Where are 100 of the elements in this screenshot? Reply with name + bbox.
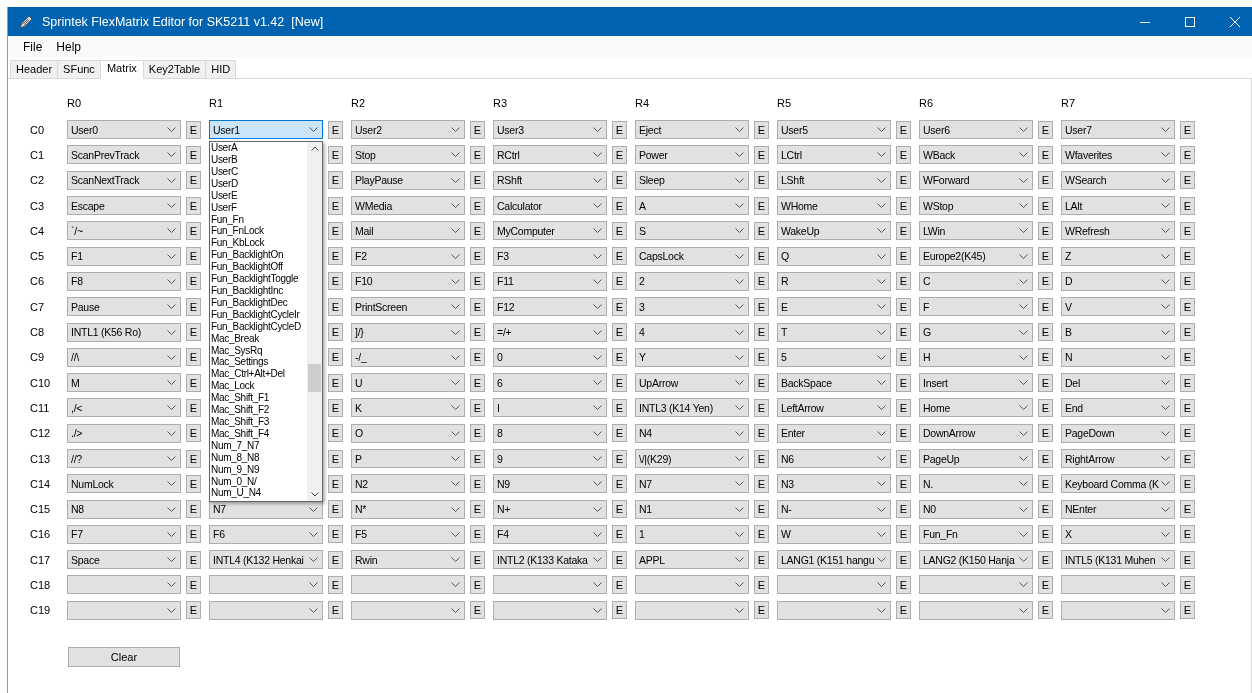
edit-button[interactable]: E bbox=[754, 474, 769, 493]
key-dropdown[interactable]: INTL3 (K14 Yen) bbox=[635, 398, 749, 418]
edit-button[interactable]: E bbox=[186, 398, 201, 417]
edit-button[interactable]: E bbox=[1038, 500, 1053, 519]
menu-item[interactable]: File bbox=[23, 40, 43, 54]
key-dropdown[interactable]: WSearch bbox=[1061, 170, 1175, 190]
menu-item[interactable]: Help bbox=[56, 40, 82, 54]
key-dropdown[interactable] bbox=[919, 575, 1033, 595]
edit-button[interactable]: E bbox=[1038, 601, 1053, 620]
edit-button[interactable]: E bbox=[1038, 145, 1053, 164]
edit-button[interactable]: E bbox=[1038, 120, 1053, 139]
edit-button[interactable]: E bbox=[1180, 398, 1195, 417]
key-dropdown[interactable]: WForward bbox=[919, 170, 1033, 190]
key-dropdown[interactable]: LWin bbox=[919, 221, 1033, 241]
key-dropdown[interactable]: Eject bbox=[635, 120, 749, 140]
key-dropdown[interactable]: Wfaverites bbox=[1061, 145, 1175, 165]
edit-button[interactable]: E bbox=[754, 550, 769, 569]
key-dropdown[interactable] bbox=[67, 575, 181, 595]
edit-button[interactable]: E bbox=[1180, 196, 1195, 215]
edit-button[interactable]: E bbox=[896, 550, 911, 569]
edit-button[interactable]: E bbox=[612, 247, 627, 266]
dropdown-option[interactable]: Fun_BacklightDec bbox=[211, 296, 288, 309]
edit-button[interactable]: E bbox=[186, 525, 201, 544]
key-dropdown[interactable]: WBack bbox=[919, 145, 1033, 165]
dropdown-option[interactable]: Mac_Settings bbox=[211, 356, 268, 369]
key-dropdown[interactable]: F4 bbox=[493, 524, 607, 544]
edit-button[interactable]: E bbox=[1038, 373, 1053, 392]
edit-button[interactable]: E bbox=[470, 601, 485, 620]
edit-button[interactable]: E bbox=[1038, 449, 1053, 468]
key-dropdown[interactable]: F5 bbox=[351, 524, 465, 544]
edit-button[interactable]: E bbox=[186, 297, 201, 316]
edit-button[interactable]: E bbox=[754, 449, 769, 468]
key-dropdown[interactable]: N6 bbox=[777, 449, 891, 468]
edit-button[interactable]: E bbox=[1038, 171, 1053, 190]
edit-button[interactable]: E bbox=[470, 525, 485, 544]
edit-button[interactable]: E bbox=[612, 171, 627, 190]
edit-button[interactable]: E bbox=[612, 348, 627, 367]
edit-button[interactable]: E bbox=[1038, 550, 1053, 569]
key-dropdown[interactable]: H bbox=[919, 347, 1033, 367]
key-dropdown[interactable]: WHome bbox=[777, 196, 891, 216]
edit-button[interactable]: E bbox=[1038, 221, 1053, 240]
key-dropdown[interactable]: User5 bbox=[777, 120, 891, 140]
key-dropdown[interactable]: Fun_Fn bbox=[919, 524, 1033, 544]
key-dropdown[interactable] bbox=[635, 575, 749, 595]
edit-button[interactable]: E bbox=[896, 424, 911, 443]
key-dropdown[interactable]: M bbox=[67, 373, 181, 393]
edit-button[interactable]: E bbox=[470, 196, 485, 215]
key-dropdown[interactable] bbox=[493, 575, 607, 595]
edit-button[interactable]: E bbox=[186, 601, 201, 620]
edit-button[interactable]: E bbox=[754, 601, 769, 620]
key-dropdown[interactable]: D bbox=[1061, 271, 1175, 291]
tab[interactable]: SFunc bbox=[57, 60, 101, 78]
key-dropdown[interactable]: INTL2 (K133 Kataka bbox=[493, 550, 607, 570]
key-dropdown[interactable]: CapsLock bbox=[635, 246, 749, 266]
key-dropdown[interactable]: F11 bbox=[493, 271, 607, 291]
edit-button[interactable]: E bbox=[896, 449, 911, 468]
key-dropdown[interactable] bbox=[209, 575, 323, 595]
key-dropdown[interactable]: //\ bbox=[67, 347, 181, 367]
key-dropdown[interactable]: Rwin bbox=[351, 550, 465, 570]
key-dropdown[interactable]: INTL1 (K56 Ro) bbox=[67, 322, 181, 342]
key-dropdown[interactable]: E bbox=[777, 297, 891, 317]
edit-button[interactable]: E bbox=[328, 550, 343, 569]
edit-button[interactable]: E bbox=[1038, 474, 1053, 493]
key-dropdown[interactable]: LANG2 (K150 Hanja bbox=[919, 550, 1033, 570]
edit-button[interactable]: E bbox=[1180, 424, 1195, 443]
edit-button[interactable]: E bbox=[186, 221, 201, 240]
key-dropdown[interactable] bbox=[493, 600, 607, 620]
edit-button[interactable]: E bbox=[896, 576, 911, 594]
key-dropdown[interactable]: Stop bbox=[351, 145, 465, 165]
dropdown-option[interactable]: Num_7_N7 bbox=[211, 439, 260, 452]
edit-button[interactable]: E bbox=[1180, 120, 1195, 139]
tab[interactable]: Key2Table bbox=[142, 60, 207, 78]
edit-button[interactable]: E bbox=[186, 550, 201, 569]
key-dropdown[interactable]: P bbox=[351, 449, 465, 468]
key-dropdown[interactable]: F2 bbox=[351, 246, 465, 266]
key-dropdown[interactable]: O bbox=[351, 423, 465, 443]
dropdown-option[interactable]: Fun_BacklightCycleD bbox=[211, 320, 301, 333]
edit-button[interactable]: E bbox=[328, 500, 343, 519]
key-dropdown[interactable]: PrintScreen bbox=[351, 297, 465, 317]
edit-button[interactable]: E bbox=[896, 601, 911, 620]
key-dropdown[interactable]: WakeUp bbox=[777, 221, 891, 241]
dropdown-option[interactable]: Mac_Shift_F2 bbox=[211, 404, 270, 416]
edit-button[interactable]: E bbox=[1180, 272, 1195, 291]
edit-button[interactable]: E bbox=[186, 145, 201, 164]
dropdown-option[interactable]: Mac_Shift_F3 bbox=[211, 416, 270, 428]
edit-button[interactable]: E bbox=[470, 550, 485, 569]
key-dropdown[interactable]: INTL4 (K132 Henkai bbox=[209, 550, 323, 570]
key-dropdown[interactable] bbox=[919, 600, 1033, 620]
edit-button[interactable]: E bbox=[186, 120, 201, 139]
key-dropdown[interactable]: ScanPrevTrack bbox=[67, 145, 181, 165]
key-dropdown[interactable] bbox=[777, 600, 891, 620]
key-dropdown[interactable]: T bbox=[777, 322, 891, 342]
key-dropdown[interactable]: LAlt bbox=[1061, 196, 1175, 216]
dropdown-option[interactable]: Fun_BacklightOff bbox=[211, 261, 283, 274]
key-dropdown[interactable]: N+ bbox=[493, 499, 607, 519]
edit-button[interactable]: E bbox=[470, 500, 485, 519]
dropdown-option[interactable]: Num_8_N8 bbox=[211, 451, 260, 464]
edit-button[interactable]: E bbox=[186, 474, 201, 493]
tab[interactable]: Header bbox=[10, 60, 59, 78]
key-dropdown[interactable]: S bbox=[635, 221, 749, 241]
